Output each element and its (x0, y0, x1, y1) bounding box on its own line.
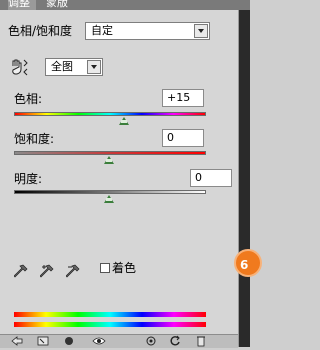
channel-value: 全图 (51, 60, 73, 73)
tab-masks-label: 蒙版 (46, 0, 68, 9)
right-panel-edge (239, 10, 250, 347)
hue-input[interactable]: +15 (162, 89, 204, 107)
tab-adjustments[interactable]: 调整 (8, 0, 36, 10)
preset-value: 自定 (91, 24, 113, 37)
hue-label: 色相: (14, 92, 43, 106)
colorize-checkbox[interactable] (100, 263, 110, 273)
visibility-eye-icon[interactable] (92, 335, 106, 347)
lightness-input-box[interactable]: 0 (190, 169, 232, 187)
saturation-slider-track[interactable] (14, 151, 206, 155)
badge-text: 6 (240, 258, 249, 272)
chevron-down-icon (87, 60, 101, 74)
previous-state-icon[interactable] (144, 335, 158, 347)
clip-layer-icon[interactable] (62, 335, 76, 347)
saturation-slider-thumb[interactable] (104, 156, 114, 164)
tab-adjustments-label: 调整 (8, 0, 30, 9)
expand-view-icon[interactable] (36, 335, 50, 347)
saturation-value: 0 (167, 131, 174, 144)
eyedropper-plus-icon[interactable] (39, 264, 54, 278)
eyedropper-icon[interactable] (13, 264, 28, 278)
hue-slider-track[interactable] (14, 112, 206, 116)
channel-dropdown[interactable]: 全图 (45, 58, 103, 76)
hue-value: +15 (167, 91, 191, 104)
result-color-spectrum (14, 322, 206, 327)
back-arrow-icon[interactable] (10, 335, 24, 347)
saturation-label: 饱和度: (14, 132, 55, 146)
colorize-label: 着色 (112, 261, 137, 275)
lightness-value: 0 (195, 171, 202, 184)
lightness-label: 明度: (14, 172, 43, 186)
reset-icon[interactable] (168, 335, 182, 347)
lightness-slider-track[interactable] (14, 190, 206, 194)
hue-slider-thumb[interactable] (119, 117, 129, 125)
panel-title: 色相/饱和度 (8, 24, 73, 38)
delete-icon[interactable] (194, 335, 208, 347)
saturation-input[interactable]: 0 (162, 129, 204, 147)
tab-masks[interactable]: 蒙版 (46, 0, 74, 10)
preset-dropdown[interactable]: 自定 (85, 22, 210, 40)
source-color-spectrum (14, 312, 206, 317)
eyedropper-minus-icon[interactable] (65, 264, 80, 278)
help-badge[interactable]: 6 (234, 249, 262, 277)
tab-bar: 调整 蒙版 (0, 0, 250, 10)
hand-adjust-icon[interactable] (10, 58, 30, 79)
chevron-down-icon (194, 24, 208, 38)
lightness-slider-thumb[interactable] (104, 195, 114, 203)
